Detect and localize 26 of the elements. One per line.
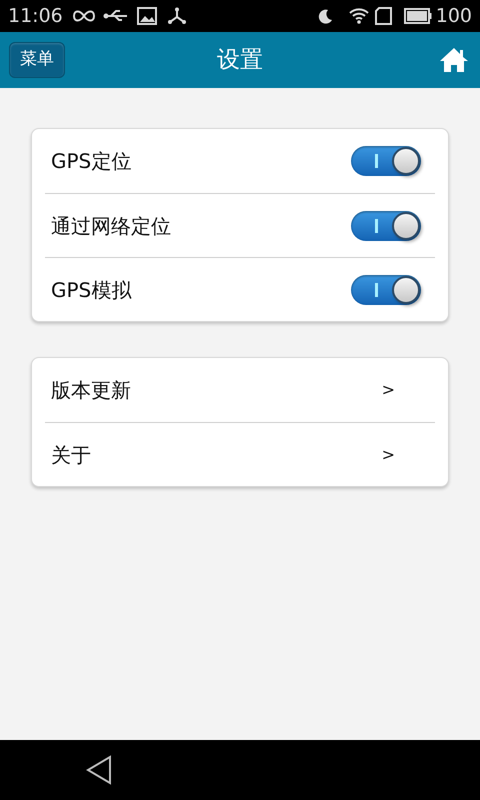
image-icon xyxy=(136,7,157,25)
menu-row[interactable]: 关于 > xyxy=(45,422,435,486)
battery-icon xyxy=(404,8,432,24)
wifi-icon xyxy=(348,7,370,25)
moon-icon xyxy=(318,8,334,24)
back-icon[interactable] xyxy=(86,755,112,785)
home-icon[interactable] xyxy=(439,47,469,73)
menu-button[interactable]: 菜单 xyxy=(9,42,65,78)
chevron: > xyxy=(382,379,395,401)
page-title: 设置 xyxy=(217,46,263,75)
setting-label: GPS模拟 xyxy=(51,276,132,304)
share-icon xyxy=(166,7,187,25)
chevron: > xyxy=(382,444,395,466)
toggle-switch[interactable] xyxy=(351,210,421,240)
setting-label: 通过网络定位 xyxy=(51,212,171,240)
menu-label: 版本更新 xyxy=(51,377,131,404)
toggle-switch[interactable] xyxy=(351,274,421,304)
usb-icon xyxy=(102,9,129,23)
menu-row[interactable]: 版本更新 > xyxy=(45,358,435,422)
sim-card-icon xyxy=(374,6,394,26)
toggle-switch[interactable] xyxy=(351,146,421,176)
status-time: 11:06 xyxy=(8,4,63,29)
infinity-icon xyxy=(70,9,97,23)
battery-level: 100 xyxy=(436,4,472,29)
menu-label: 关于 xyxy=(51,442,91,468)
setting-label: GPS定位 xyxy=(51,148,132,175)
